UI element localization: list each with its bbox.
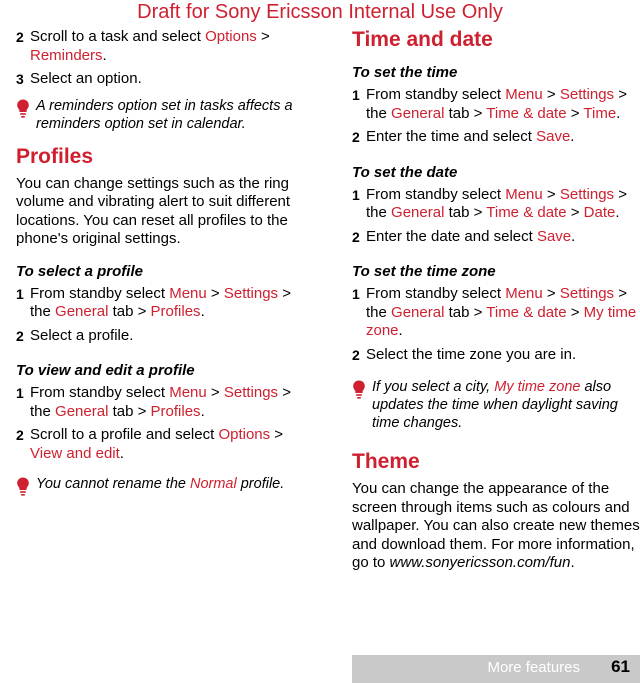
step-number: 1 [352, 87, 360, 103]
theme-body-text: You can change the appearance of the scr… [352, 480, 640, 571]
select-profile-steps: 1 From standby select Menu > Settings > … [16, 285, 304, 346]
step-number: 1 [352, 186, 360, 203]
list-item: 1 From standby select Menu > Settings > … [16, 384, 304, 421]
view-edit-profile-steps: 1 From standby select Menu > Settings > … [16, 384, 304, 463]
step-text: From standby select Menu > Settings > th… [30, 384, 291, 420]
subheading-set-time: To set the time [352, 64, 458, 81]
step-text: From standby select Menu > Settings > th… [366, 285, 637, 339]
step-number: 1 [16, 385, 24, 401]
section-title-profiles: Profiles [16, 144, 94, 168]
list-item: 1 From standby select Menu > Settings > … [352, 86, 640, 123]
tip-note-text: A reminders option set in tasks affects … [36, 97, 293, 132]
list-item: 2 Enter the date and select Save. [352, 228, 640, 247]
list-item: 1 From standby select Menu > Settings > … [16, 285, 304, 322]
step-number: 2 [16, 427, 24, 443]
list-item: 2 Scroll to a task and select Options > … [16, 28, 304, 65]
section-title-theme: Theme [352, 450, 420, 473]
set-date-steps: 1 From standby select Menu > Settings > … [352, 186, 640, 247]
step-number: 1 [352, 286, 360, 302]
step-text: From standby select Menu > Settings > th… [30, 284, 291, 321]
step-text: Enter the date and select Save. [366, 227, 576, 245]
step-number: 2 [352, 228, 360, 245]
footer-page-number: 61 [611, 657, 630, 676]
list-item: 1 From standby select Menu > Settings > … [352, 186, 640, 223]
list-item: 1 From standby select Menu > Settings > … [352, 285, 640, 341]
set-time-steps: 1 From standby select Menu > Settings > … [352, 86, 640, 147]
subheading-set-date: To set the date [352, 163, 458, 181]
step-text: Scroll to a profile and select Options >… [30, 426, 284, 462]
list-item: 2 Select a profile. [16, 327, 304, 346]
profiles-body-text: You can change settings such as the ring… [16, 174, 291, 248]
subheading-select-profile: To select a profile [16, 262, 143, 280]
step-text: From standby select Menu > Settings > th… [366, 185, 627, 222]
draft-notice: Draft for Sony Ericsson Internal Use Onl… [137, 1, 503, 23]
lightbulb-icon [16, 475, 36, 497]
section-title-time-and-date: Time and date [352, 28, 493, 51]
step-number: 2 [16, 327, 24, 344]
step-text: Scroll to a task and select Options > Re… [30, 28, 270, 64]
step-number: 3 [16, 71, 24, 87]
tip-note: A reminders option set in tasks affects … [16, 97, 304, 133]
subheading-view-edit-profile: To view and edit a profile [16, 362, 195, 379]
step-number: 2 [352, 129, 360, 145]
tip-note-text: If you select a city, My time zone also … [372, 379, 618, 431]
tip-note: You cannot rename the Normal profile. [16, 475, 304, 497]
step-number: 2 [352, 346, 360, 363]
list-item: 3 Select an option. [16, 70, 304, 89]
lightbulb-icon [16, 97, 36, 133]
step-number: 2 [16, 29, 24, 45]
tip-note: If you select a city, My time zone also … [352, 378, 640, 432]
list-item: 2 Enter the time and select Save. [352, 128, 640, 147]
step-text: Select a profile. [30, 326, 134, 344]
footer-section-label: More features [487, 659, 580, 676]
step-text: From standby select Menu > Settings > th… [366, 86, 627, 122]
page-content: 2 Scroll to a task and select Options > … [0, 28, 640, 648]
list-item: 2 Select the time zone you are in. [352, 346, 640, 365]
step-number: 1 [16, 285, 24, 302]
set-time-zone-steps: 1 From standby select Menu > Settings > … [352, 285, 640, 364]
step-text: Select an option. [30, 70, 142, 87]
right-column: Time and date To set the time 1 From sta… [352, 28, 640, 581]
step-text: Select the time zone you are in. [366, 345, 577, 363]
page-footer: More features 61 [0, 655, 640, 683]
continued-steps-list: 2 Scroll to a task and select Options > … [16, 28, 304, 89]
subheading-set-time-zone: To set the time zone [352, 263, 496, 280]
tip-note-text: You cannot rename the Normal profile. [36, 476, 285, 492]
lightbulb-icon [352, 378, 372, 432]
left-column: 2 Scroll to a task and select Options > … [16, 28, 304, 509]
list-item: 2 Scroll to a profile and select Options… [16, 426, 304, 463]
step-text: Enter the time and select Save. [366, 128, 575, 145]
